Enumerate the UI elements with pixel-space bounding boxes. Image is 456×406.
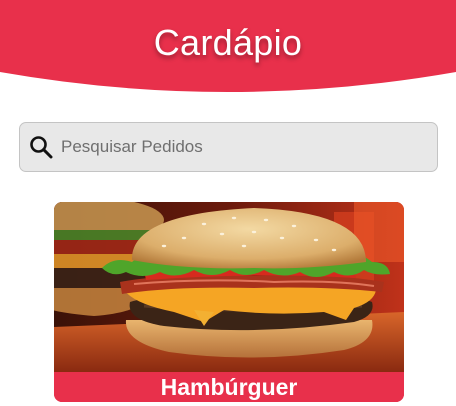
- search-icon[interactable]: [29, 135, 53, 159]
- search-bar[interactable]: [19, 122, 438, 172]
- hamburger-photo: [54, 202, 404, 372]
- search-input[interactable]: [61, 132, 421, 162]
- menu-item-card[interactable]: Hambúrguer: [54, 202, 404, 402]
- app-header: Cardápio: [0, 0, 456, 94]
- page-title: Cardápio: [153, 22, 303, 63]
- menu-item-label[interactable]: Hambúrguer: [54, 372, 404, 402]
